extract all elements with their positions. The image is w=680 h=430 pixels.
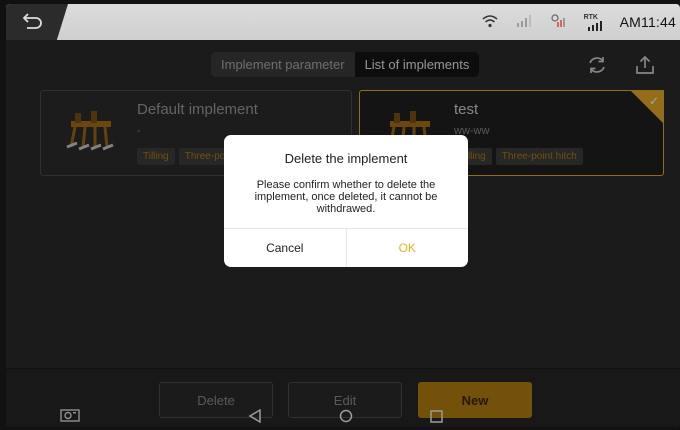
wifi-icon [482, 14, 498, 31]
app-frame: RTK AM11:44 Implement parameter List of … [6, 4, 680, 427]
dialog-message: Please confirm whether to delete the imp… [254, 179, 438, 215]
signal-bars-icon [516, 14, 532, 30]
rtk-signal-icon: RTK [584, 14, 602, 31]
back-arrow-icon [22, 13, 42, 29]
dialog-buttons: Cancel OK [224, 228, 468, 267]
gnss-satellite-icon [550, 13, 566, 32]
dialog-title: Delete the implement [284, 151, 408, 166]
ok-button[interactable]: OK [347, 229, 469, 267]
clock: AM11:44 [619, 14, 676, 30]
back-button[interactable] [6, 4, 68, 40]
cancel-button[interactable]: Cancel [224, 229, 347, 267]
status-bar: RTK AM11:44 [6, 4, 680, 40]
rtk-label: RTK [583, 13, 598, 21]
delete-confirm-dialog: Delete the implement Please confirm whet… [224, 135, 468, 267]
